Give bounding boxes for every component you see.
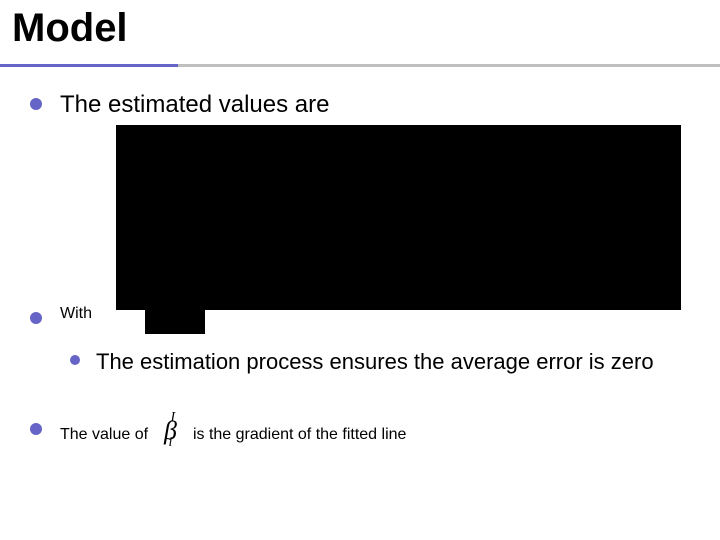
math-beta: β I i (153, 415, 189, 448)
bullet-3-container: The value of β I i is the gradient of th… (20, 415, 700, 458)
bullet-icon (30, 98, 42, 110)
bullet-2-container: With (20, 304, 700, 334)
bullet-3: The value of β I i is the gradient of th… (20, 415, 700, 448)
redacted-block-large (116, 125, 681, 310)
math-subscript: i (169, 434, 173, 452)
bullet-1-text: The estimated values are (60, 91, 329, 118)
bullet-2-sub: The estimation process ensures the avera… (60, 348, 700, 376)
slide-title: Model (12, 6, 128, 51)
bullet-2: With (20, 304, 700, 324)
bullet-icon (30, 312, 42, 324)
math-superscript: I (171, 409, 176, 427)
bullet-3-suffix: is the gradient of the fitted line (193, 426, 406, 443)
redacted-block-small (145, 302, 205, 334)
slide-body: The estimated values are (20, 90, 700, 130)
bullet-icon (70, 355, 80, 365)
bullet-2-sub-container: The estimation process ensures the avera… (20, 342, 700, 382)
bullet-icon (30, 423, 42, 435)
slide: Model The estimated values are With The … (0, 0, 720, 540)
title-underline-accent (0, 64, 178, 67)
bullet-3-prefix: The value of (60, 426, 153, 443)
bullet-1: The estimated values are (20, 90, 700, 120)
bullet-2-sub-text: The estimation process ensures the avera… (96, 349, 654, 374)
bullet-2-text: With (60, 305, 92, 322)
